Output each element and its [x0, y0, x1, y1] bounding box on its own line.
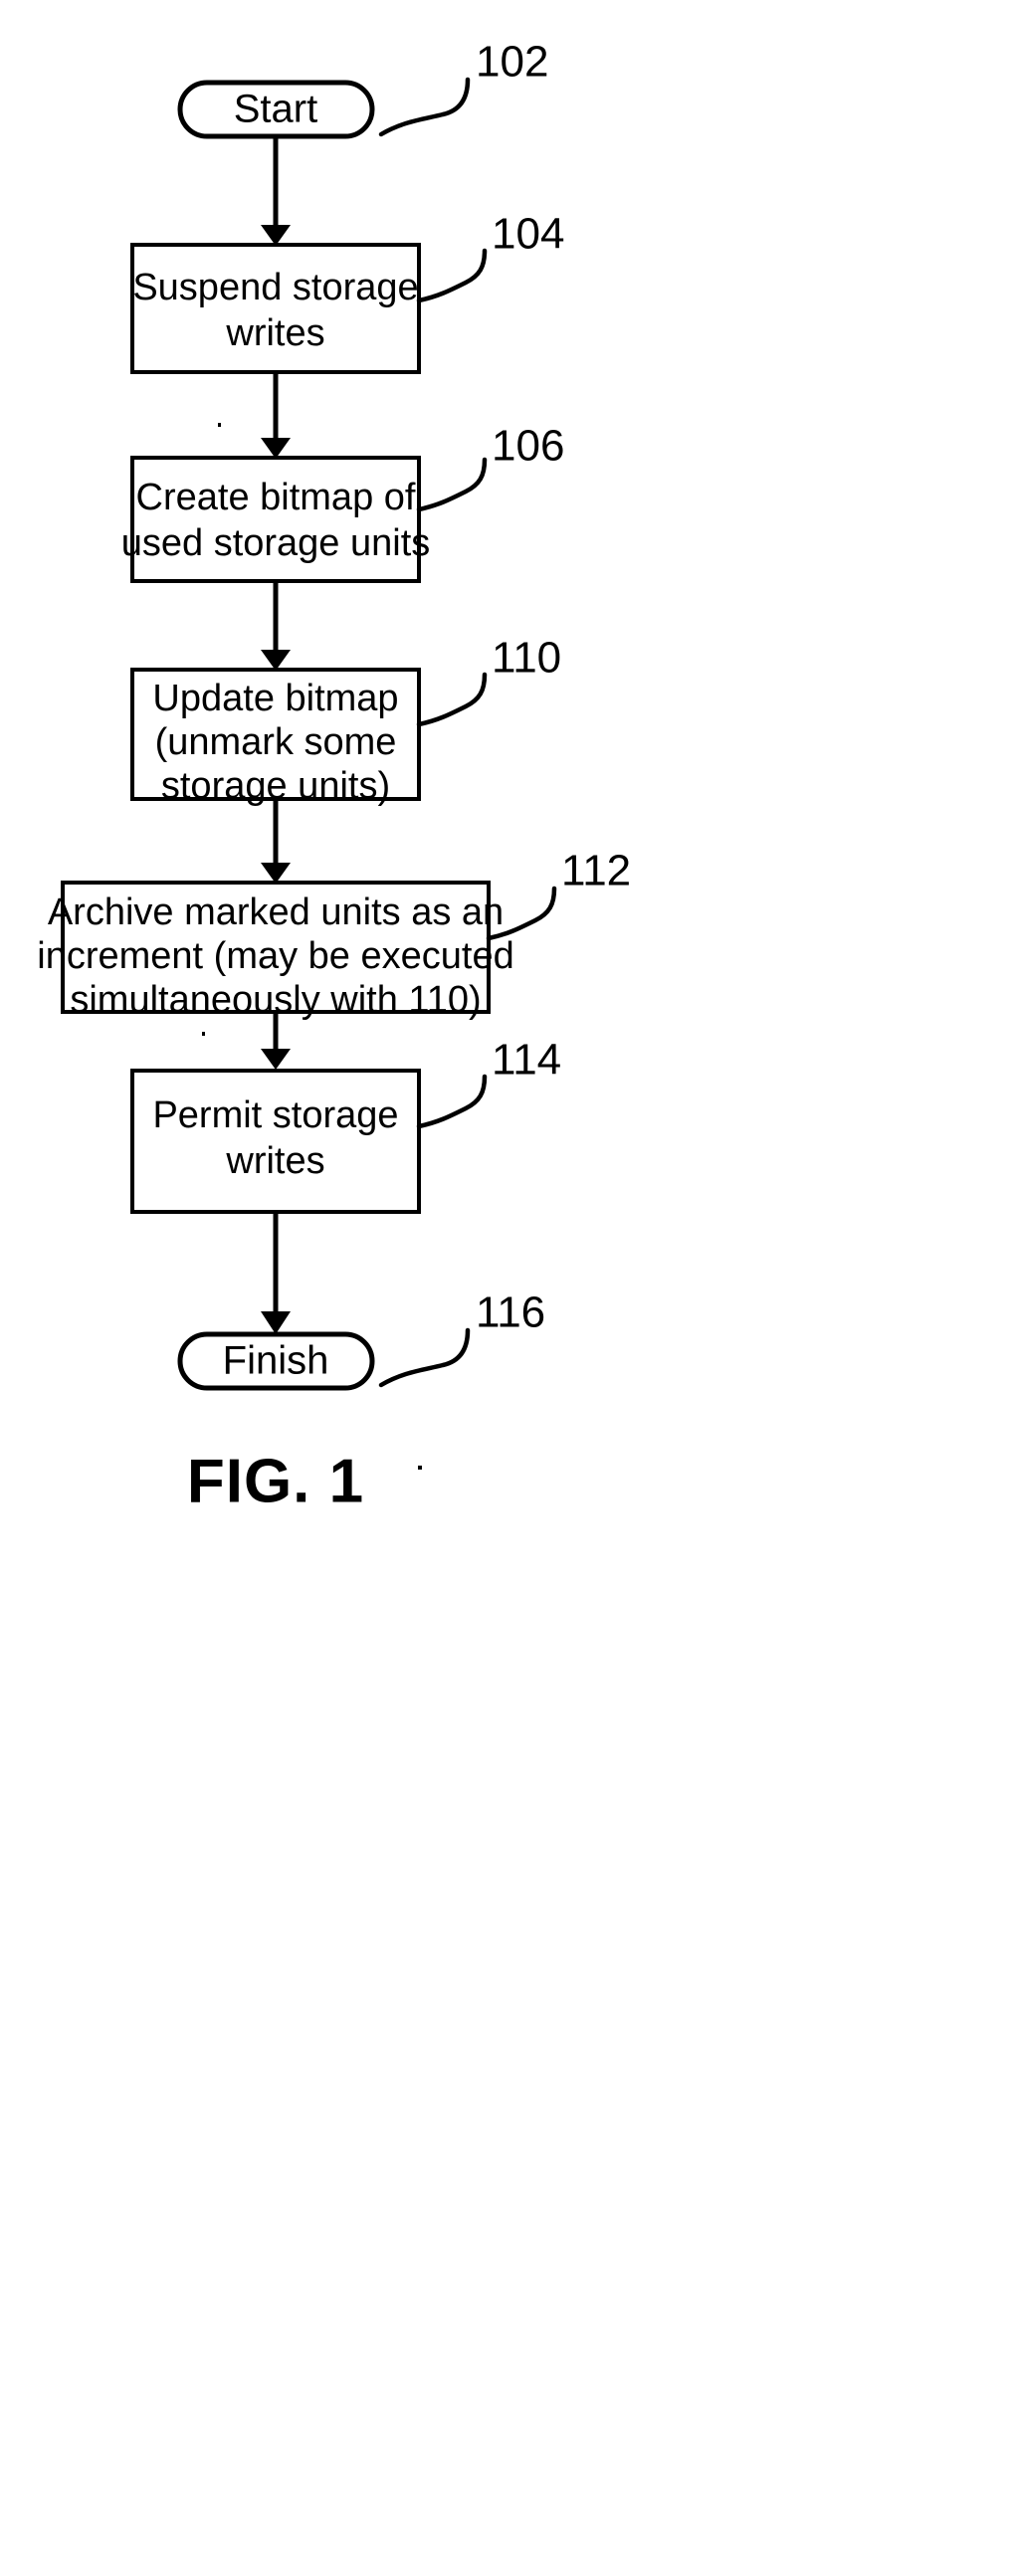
start-label: Start — [234, 88, 317, 131]
ref-leader-116: 116 — [378, 1288, 545, 1388]
node-104-suspend-storage-writes: Suspend storage writes — [130, 243, 421, 374]
figure-caption: FIG. 1 — [187, 1447, 364, 1515]
patent-figure: Start 102 Suspend storage writes 104 Cre… — [0, 0, 1016, 2576]
ref-leader-112: 112 — [486, 847, 631, 941]
ref-leader-102: 102 — [378, 38, 548, 137]
leader-line-116 — [378, 1327, 471, 1388]
node-102-start: Start — [177, 80, 375, 139]
node-106-line-2: used storage units — [121, 522, 431, 564]
arrow-head-110-112 — [261, 863, 291, 884]
node-110-line-2: (unmark some — [155, 721, 397, 763]
node-112-line-2: increment (may be executed — [37, 935, 513, 977]
node-114-line-2: writes — [225, 1140, 324, 1182]
arrow-head-112-114 — [261, 1049, 291, 1070]
node-116-finish: Finish — [177, 1331, 375, 1391]
node-112-line-1: Archive marked units as an — [48, 892, 504, 933]
ref-leader-104: 104 — [416, 210, 564, 303]
ref-numeral-104: 104 — [492, 210, 564, 259]
connector-114-116 — [261, 1212, 291, 1334]
finish-label: Finish — [223, 1339, 329, 1383]
connector-102-104 — [261, 136, 291, 246]
node-110-line-1: Update bitmap — [152, 678, 398, 719]
leader-line-110 — [416, 672, 488, 727]
arrow-head-104-106 — [261, 438, 291, 459]
leader-line-104 — [416, 248, 488, 303]
ref-numeral-106: 106 — [492, 422, 564, 471]
arrow-head-114-116 — [261, 1311, 291, 1334]
node-106-line-1: Create bitmap of — [136, 477, 416, 518]
node-114-permit-storage-writes: Permit storage writes — [130, 1069, 421, 1214]
ref-leader-110: 110 — [416, 634, 561, 727]
ref-numeral-116: 116 — [476, 1288, 545, 1337]
node-104-line-1: Suspend storage — [132, 267, 418, 308]
ref-leader-106: 106 — [416, 422, 564, 512]
ref-numeral-110: 110 — [492, 634, 561, 683]
node-106-create-bitmap: Create bitmap of used storage units — [121, 456, 431, 583]
ref-numeral-102: 102 — [476, 38, 548, 87]
node-112-archive-marked-units: Archive marked units as an increment (ma… — [37, 881, 514, 1021]
ref-numeral-112: 112 — [561, 847, 631, 895]
leader-line-114 — [416, 1074, 488, 1129]
scan-speck — [202, 1032, 205, 1036]
node-114-line-1: Permit storage — [152, 1094, 398, 1136]
leader-line-102 — [378, 77, 471, 137]
connector-106-110 — [261, 581, 291, 671]
connector-104-106 — [261, 372, 291, 459]
scan-speck — [218, 423, 221, 427]
node-104-line-2: writes — [225, 312, 324, 354]
scan-speck — [418, 1466, 422, 1470]
arrow-head-106-110 — [261, 650, 291, 671]
flowchart-canvas: Start 102 Suspend storage writes 104 Cre… — [37, 38, 631, 1516]
node-110-update-bitmap: Update bitmap (unmark some storage units… — [130, 668, 421, 807]
arrow-head-102-104 — [261, 225, 291, 246]
ref-numeral-114: 114 — [492, 1036, 561, 1085]
leader-line-106 — [416, 457, 488, 512]
ref-leader-114: 114 — [416, 1036, 561, 1129]
connector-110-112 — [261, 799, 291, 884]
